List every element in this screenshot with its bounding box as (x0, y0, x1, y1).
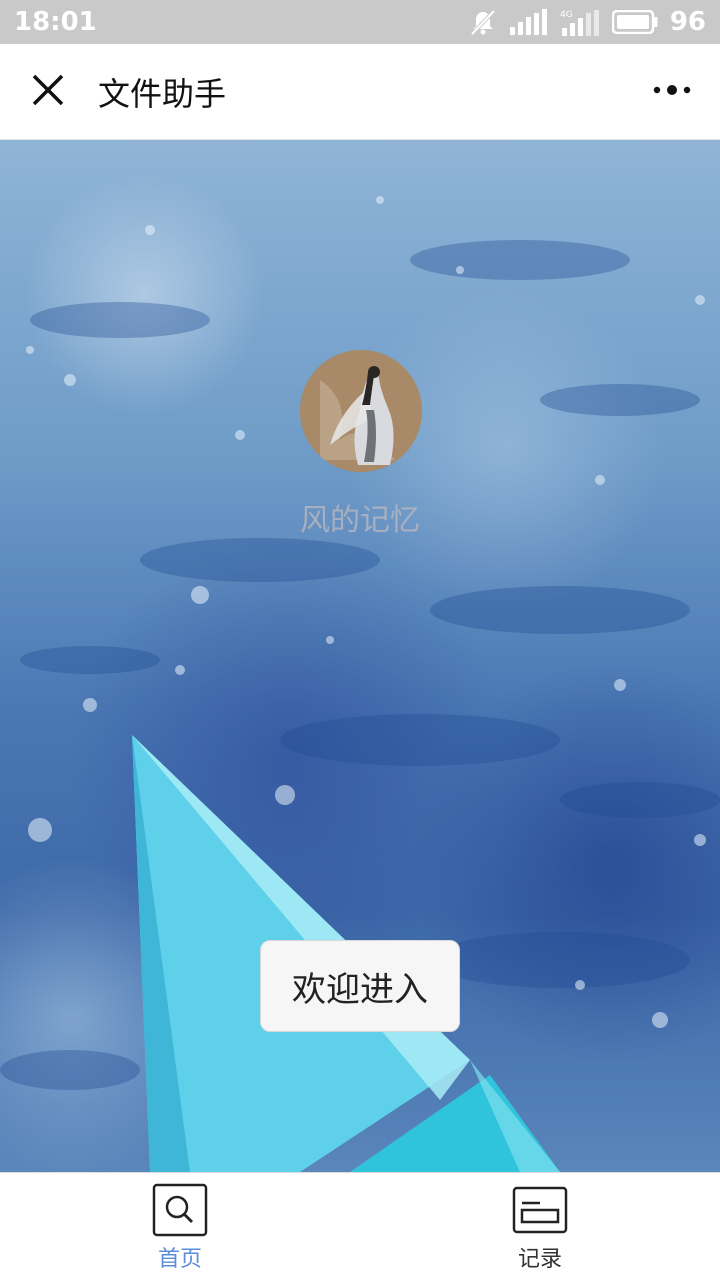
tab-records-label: 记录 (517, 1247, 562, 1272)
network-label: 4G (560, 10, 573, 20)
mute-icon (468, 8, 498, 36)
username: 风的记忆 (300, 503, 420, 538)
status-icons: 4G 96 (468, 7, 706, 37)
close-button[interactable] (0, 44, 96, 140)
tab-home[interactable]: 首页 (0, 1173, 360, 1280)
records-icon (512, 1183, 568, 1237)
battery-percent: 96 (669, 7, 706, 37)
signal-icon (509, 9, 548, 35)
avatar[interactable] (300, 350, 422, 472)
tab-records[interactable]: 记录 (360, 1173, 720, 1280)
close-icon (31, 73, 65, 111)
signal-4g-icon: 4G (560, 8, 600, 36)
tab-bar: 首页 记录 (0, 1172, 720, 1280)
more-icon (652, 82, 692, 101)
welcome-button[interactable]: 欢迎进入 (260, 940, 460, 1032)
battery-icon (611, 10, 658, 34)
page-title: 文件助手 (98, 74, 227, 113)
main-content: 风的记忆 欢迎进入 (0, 140, 720, 1172)
status-bar: 18:01 4G 96 (0, 0, 720, 44)
search-icon (152, 1183, 208, 1237)
title-bar: 文件助手 (0, 44, 720, 140)
more-button[interactable] (624, 44, 720, 140)
avatar-image (300, 350, 422, 472)
status-time: 18:01 (14, 7, 97, 37)
tab-home-label: 首页 (157, 1247, 202, 1272)
